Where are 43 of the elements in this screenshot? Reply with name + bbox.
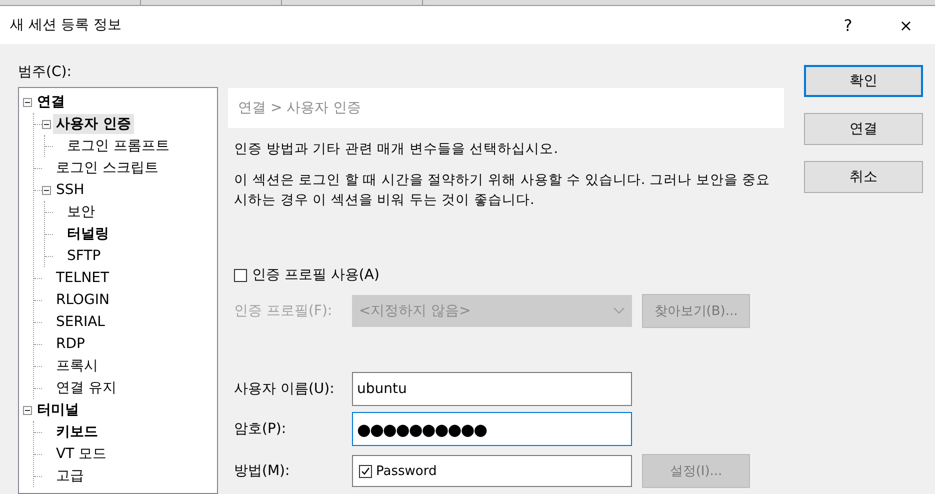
checkbox[interactable]	[359, 464, 372, 478]
tree-item[interactable]: 터미널	[34, 400, 82, 420]
tree-item[interactable]: SFTP	[64, 246, 104, 266]
dialog-button[interactable]: 확인	[804, 65, 923, 97]
checkbox-label: 인증 프로필 사용(A)	[252, 266, 380, 284]
field-label: 사용자 이름(U):	[234, 380, 336, 398]
tree-item[interactable]: 로그인 스크립트	[53, 158, 162, 178]
username-field[interactable]: ubuntu	[352, 372, 632, 406]
category-label: 범주(C):	[18, 63, 72, 81]
close-button[interactable]: ×	[877, 14, 935, 36]
dialog-button[interactable]: 연결	[804, 113, 923, 145]
password-field[interactable]: ●●●●●●●●●●	[352, 412, 632, 446]
breadcrumb: 연결 > 사용자 인증	[228, 88, 784, 128]
tree-item[interactable]: 프록시	[53, 356, 101, 376]
note-text: 이 섹션은 로그인 할 때 시간을 절약하기 위해 사용할 수 있습니다. 그러나 보안을 중요시하는 경우 이 섹션을 비워 두는 것이 좋습니다.	[234, 171, 772, 210]
tree-item[interactable]: 터널링	[64, 224, 112, 244]
collapse-icon[interactable]	[42, 120, 51, 128]
tree-item[interactable]: 고급	[53, 466, 87, 486]
help-button[interactable]: ?	[819, 14, 877, 36]
tree-item[interactable]: SERIAL	[53, 312, 108, 332]
method-item[interactable]: Password	[376, 464, 437, 478]
checkbox[interactable]	[234, 268, 247, 282]
tree-item[interactable]: 보안	[64, 202, 98, 222]
tree-item[interactable]: 사용자 인증	[53, 114, 134, 134]
tree-item[interactable]: SSH	[53, 180, 88, 200]
window-title: 새 세션 등록 정보	[10, 16, 122, 34]
collapse-icon[interactable]	[23, 406, 32, 414]
collapse-icon[interactable]	[23, 98, 32, 106]
field-label: 암호(P):	[234, 420, 288, 438]
tree-item[interactable]: 연결	[34, 92, 68, 112]
tree-item[interactable]: 키보드	[53, 422, 101, 442]
chevron-down-icon	[613, 307, 625, 315]
tree-item[interactable]: 연결 유지	[53, 378, 120, 398]
field-label: 방법(M):	[234, 462, 291, 480]
tree-item[interactable]: RDP	[53, 334, 88, 354]
tree-item[interactable]: RLOGIN	[53, 290, 112, 310]
tree-item[interactable]: 로그인 프롬프트	[64, 136, 172, 156]
tree-item[interactable]: VT 모드	[53, 444, 110, 464]
collapse-icon[interactable]	[42, 186, 51, 194]
tree-item[interactable]: TELNET	[53, 268, 112, 288]
field-label: 인증 프로필(F):	[234, 302, 334, 320]
dialog-button[interactable]: 취소	[804, 161, 923, 193]
description-text: 인증 방법과 기타 관련 매개 변수들을 선택하십시오.	[234, 140, 560, 158]
